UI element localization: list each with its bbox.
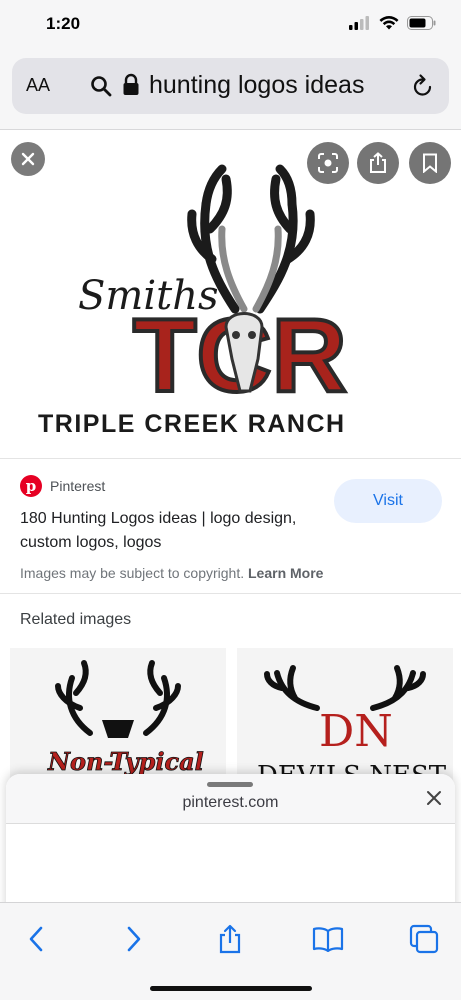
tabs-icon	[409, 924, 439, 954]
home-indicator[interactable]	[150, 986, 312, 991]
source-row[interactable]: p Pinterest	[20, 475, 105, 497]
lock-icon	[123, 73, 139, 95]
related-image-non-typical: Non-Typical	[47, 660, 204, 776]
back-button[interactable]	[18, 921, 54, 957]
pinterest-logo-icon: p	[20, 475, 42, 497]
close-icon[interactable]	[426, 790, 442, 806]
bottom-toolbar	[0, 902, 461, 1000]
address-bar[interactable]: AA hunting logos ideas	[12, 58, 449, 114]
share-button[interactable]	[212, 921, 248, 957]
image-viewer[interactable]: Smiths TCR TRIPLE CREEK RANCH	[0, 131, 461, 456]
sheet-drag-handle[interactable]	[207, 782, 253, 787]
learn-more-link[interactable]: Learn More	[248, 565, 323, 581]
chevron-right-icon	[127, 926, 141, 952]
url-text: hunting logos ideas	[149, 71, 365, 99]
copyright-text: Images may be subject to copyright.	[20, 565, 245, 581]
tile-caption: Non-Typical	[47, 747, 204, 776]
share-icon	[219, 924, 241, 954]
related-image-devils-nest: DN DEVILS NEST	[257, 665, 447, 788]
status-icons	[349, 16, 437, 30]
related-image-tile[interactable]: DN DEVILS NEST	[237, 648, 453, 788]
browser-top-bar: AA hunting logos ideas	[0, 48, 461, 130]
source-name: Pinterest	[50, 478, 106, 494]
logo-tagline: TRIPLE CREEK RANCH	[38, 410, 346, 438]
chevron-left-icon	[29, 926, 43, 952]
battery-icon	[407, 16, 436, 30]
sheet-domain: pinterest.com	[182, 794, 279, 811]
tile-monogram: DN	[319, 706, 393, 757]
related-image-tile[interactable]: Non-Typical	[10, 648, 226, 788]
bookmarks-button[interactable]	[310, 921, 346, 957]
result-info: p Pinterest 180 Hunting Logos ideas | lo…	[0, 458, 461, 593]
sheet-header: pinterest.com	[6, 774, 455, 824]
book-icon	[312, 927, 344, 952]
result-title[interactable]: 180 Hunting Logos ideas | logo design, c…	[20, 507, 310, 555]
forward-button[interactable]	[116, 921, 152, 957]
status-time: 1:20	[46, 14, 81, 33]
visit-button[interactable]: Visit	[334, 479, 442, 523]
link-preview-sheet[interactable]: pinterest.com	[6, 774, 455, 914]
related-images-heading: Related images	[20, 611, 132, 628]
text-size-button[interactable]: AA	[26, 75, 50, 96]
status-bar: 1:20	[0, 0, 461, 48]
copyright-notice: Images may be subject to copyright. Lear…	[20, 565, 323, 581]
section-divider	[0, 593, 461, 594]
ranch-logo-image: Smiths TCR TRIPLE CREEK RANCH	[38, 164, 349, 438]
tabs-button[interactable]	[406, 921, 442, 957]
reload-icon[interactable]	[411, 73, 435, 99]
search-icon	[91, 76, 112, 97]
cellular-signal-icon	[349, 16, 369, 30]
wifi-icon	[379, 16, 399, 30]
